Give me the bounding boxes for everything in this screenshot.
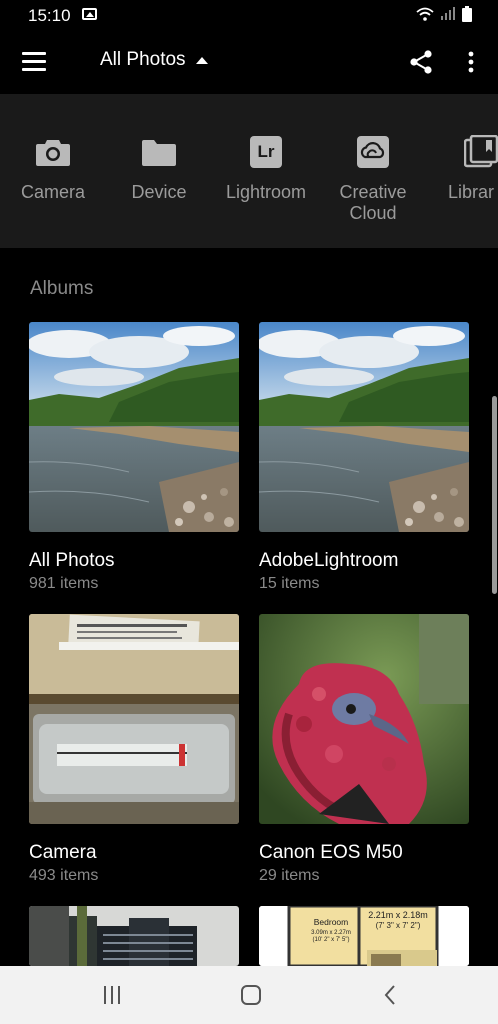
svg-text:(10' 2" x 7' 5"): (10' 2" x 7' 5") (313, 937, 350, 943)
svg-text:(7' 3" x 7' 2"): (7' 3" x 7' 2") (376, 921, 421, 930)
album-count: 15 items (259, 575, 320, 592)
back-button[interactable] (370, 980, 410, 1010)
wifi-icon (416, 7, 434, 21)
album-count: 493 items (29, 867, 99, 884)
album-name: Camera (29, 842, 97, 863)
import-sources: Camera Device Lr Lightroom Creative Clou… (0, 94, 498, 248)
svg-text:Bedroom: Bedroom (314, 917, 349, 927)
album-name: All Photos (29, 550, 115, 571)
album-count: 981 items (29, 575, 99, 592)
source-library[interactable]: Librar (426, 134, 498, 203)
status-bar: 15:10 (0, 0, 498, 30)
menu-icon[interactable] (22, 52, 46, 72)
album-selector[interactable]: All Photos (100, 49, 208, 71)
album-thumbnail (29, 322, 239, 532)
album-card-camera[interactable]: Camera 493 items (29, 614, 239, 885)
folder-icon (142, 140, 176, 166)
back-icon (384, 985, 395, 1005)
caret-up-icon (195, 56, 208, 64)
battery-icon (462, 6, 472, 22)
share-icon[interactable] (408, 49, 434, 75)
source-camera[interactable]: Camera (0, 134, 108, 203)
gallery-notification-icon (82, 8, 97, 20)
album-thumbnail (259, 614, 469, 824)
album-thumbnail: Bedroom 3.09m x 2.27m (10' 2" x 7' 5") 2… (259, 906, 469, 966)
creative-cloud-icon (357, 136, 389, 168)
home-button[interactable] (231, 980, 271, 1010)
source-label: Camera (20, 182, 86, 202)
album-card-floorplan[interactable]: Bedroom 3.09m x 2.27m (10' 2" x 7' 5") 2… (259, 906, 469, 966)
source-device[interactable]: Device (104, 134, 214, 203)
recent-apps-button[interactable] (92, 980, 132, 1010)
album-card-adobelightroom[interactable]: AdobeLightroom 15 items (259, 322, 469, 593)
system-nav-bar (0, 966, 498, 1024)
album-card-all-photos[interactable]: All Photos 981 items (29, 322, 239, 593)
status-time: 15:10 (28, 6, 71, 25)
source-creative-cloud[interactable]: Creative Cloud (318, 134, 428, 224)
svg-text:3.09m x 2.27m: 3.09m x 2.27m (311, 930, 351, 936)
signal-icon (441, 7, 455, 20)
app-bar: All Photos (0, 30, 498, 94)
album-name: AdobeLightroom (259, 550, 399, 571)
album-count: 29 items (259, 867, 320, 884)
source-label: Lightroom (225, 182, 307, 202)
app-title: All Photos (100, 49, 186, 70)
album-name: Canon EOS M50 (259, 842, 403, 863)
album-thumbnail (259, 322, 469, 532)
source-label: Creative Cloud (339, 182, 407, 223)
more-vert-icon[interactable] (462, 50, 480, 74)
scrollbar[interactable] (492, 396, 497, 594)
library-icon (464, 135, 498, 168)
albums-heading: Albums (30, 278, 94, 299)
album-card-canon-eos-m50[interactable]: Canon EOS M50 29 items (259, 614, 469, 885)
album-thumbnail (29, 906, 239, 966)
status-indicators (416, 6, 472, 22)
recent-apps-icon (104, 986, 120, 1004)
svg-text:2.21m x 2.18m: 2.21m x 2.18m (368, 910, 428, 920)
album-thumbnail (29, 614, 239, 824)
lightroom-icon: Lr (250, 136, 282, 168)
camera-icon (36, 140, 70, 166)
source-label: Librar (448, 182, 495, 202)
home-icon (241, 985, 261, 1005)
album-card-city[interactable] (29, 906, 239, 966)
source-label: Device (131, 182, 187, 202)
source-lightroom[interactable]: Lr Lightroom (211, 134, 321, 203)
